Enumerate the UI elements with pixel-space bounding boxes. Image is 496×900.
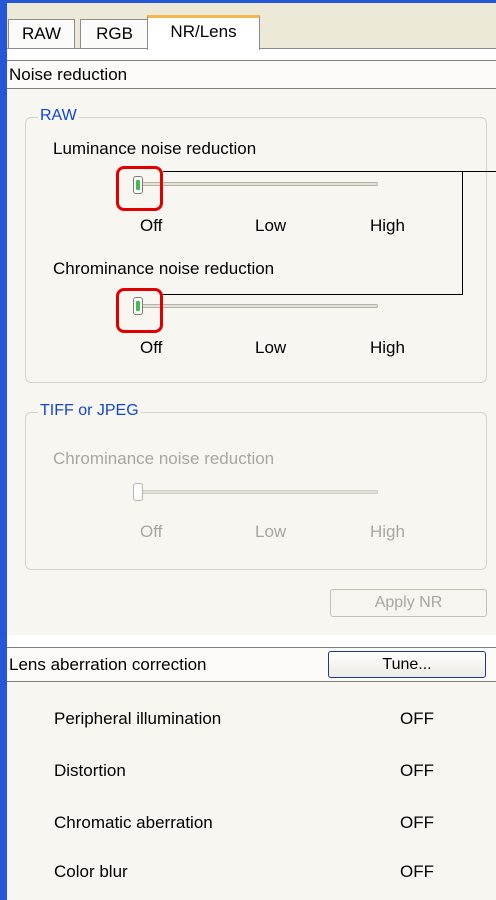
color-blur-label: Color blur <box>54 862 128 881</box>
tab-rgb[interactable]: RGB <box>80 19 149 49</box>
color-blur-value: OFF <box>400 862 434 881</box>
tune-button[interactable]: Tune... <box>328 651 486 678</box>
distortion-value: OFF <box>400 761 434 780</box>
luminance-nr-label: Luminance noise reduction <box>53 139 257 158</box>
chrominance-nr-label: Chrominance noise reduction <box>53 259 275 278</box>
chrominance-tick-low: Low <box>255 338 287 357</box>
chrominance-nr-track[interactable] <box>138 304 378 308</box>
tab-rgb-label: RGB <box>96 24 133 43</box>
tiff-tick-low: Low <box>255 522 287 541</box>
chrominance-tick-high: High <box>370 338 405 357</box>
tab-nr-lens[interactable]: NR/Lens <box>147 15 260 50</box>
tool-palette-window: RAW RGB NR/Lens Noise reduction RAW Lumi… <box>0 0 496 900</box>
tiff-chrominance-nr-label: Chrominance noise reduction <box>53 449 275 468</box>
tab-raw[interactable]: RAW <box>8 19 75 49</box>
callout-line <box>163 171 496 172</box>
luminance-slider-highlight <box>116 166 163 211</box>
raw-group-title: RAW <box>38 107 79 125</box>
tiff-tick-off: Off <box>140 522 163 541</box>
apply-nr-button[interactable]: Apply NR <box>330 589 487 617</box>
tune-label: Tune... <box>382 656 432 673</box>
chromatic-aberration-label: Chromatic aberration <box>54 813 213 832</box>
callout-line <box>163 294 463 295</box>
apply-nr-label: Apply NR <box>374 594 443 611</box>
callout-line <box>462 171 463 295</box>
luminance-tick-off: Off <box>140 216 163 235</box>
tiff-chrominance-nr-slider <box>133 483 143 501</box>
noise-reduction-title: Noise reduction <box>9 65 128 84</box>
tiff-jpeg-group-title: TIFF or JPEG <box>38 402 141 420</box>
tab-raw-label: RAW <box>21 24 62 43</box>
peripheral-illumination-value: OFF <box>400 709 434 728</box>
luminance-tick-high: High <box>370 216 405 235</box>
chromatic-aberration-value: OFF <box>400 813 434 832</box>
noise-reduction-header: Noise reduction <box>7 60 496 89</box>
lens-aberration-title: Lens aberration correction <box>9 655 207 674</box>
distortion-label: Distortion <box>54 761 126 780</box>
tab-nr-lens-label: NR/Lens <box>170 22 237 41</box>
chrominance-slider-highlight <box>116 288 163 333</box>
luminance-nr-track[interactable] <box>138 182 378 186</box>
peripheral-illumination-label: Peripheral illumination <box>54 709 222 728</box>
tiff-chrominance-nr-track <box>138 490 378 494</box>
luminance-tick-low: Low <box>255 216 287 235</box>
chrominance-tick-off: Off <box>140 338 163 357</box>
tiff-tick-high: High <box>370 522 405 541</box>
slider-grip-icon <box>136 487 140 497</box>
